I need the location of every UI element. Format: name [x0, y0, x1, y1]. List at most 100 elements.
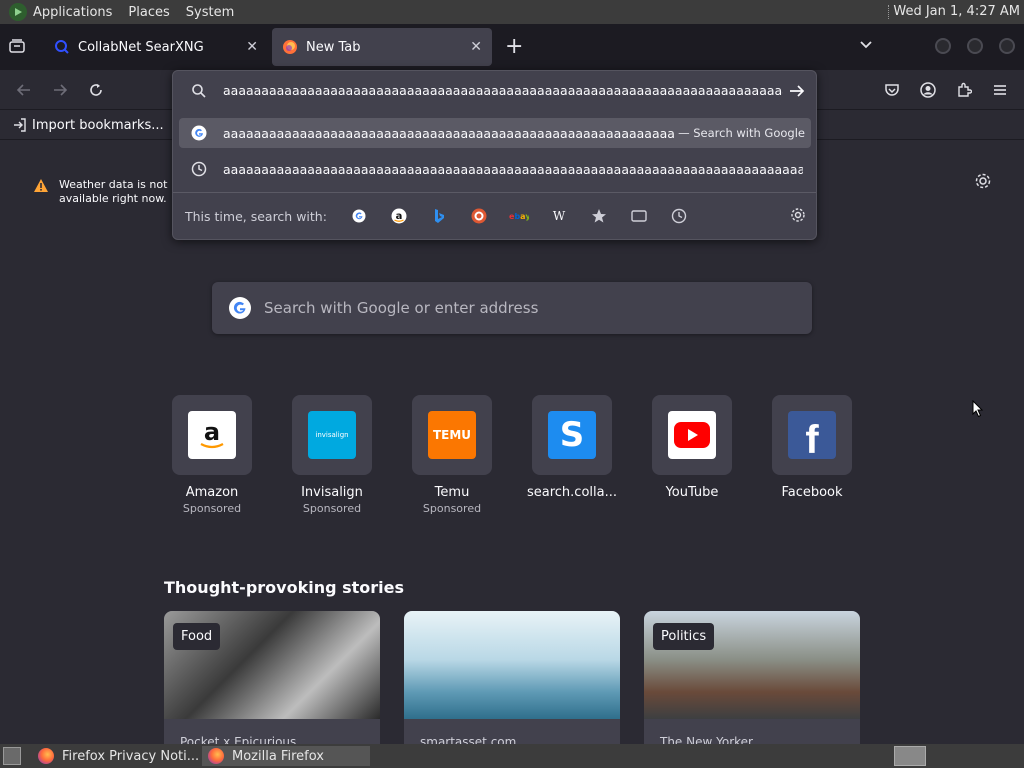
- google-engine-icon[interactable]: [339, 204, 379, 228]
- youtube-icon: [668, 411, 716, 459]
- search-placeholder: Search with Google or enter address: [264, 299, 539, 317]
- taskbar-item-label: Firefox Privacy Noti...: [62, 748, 200, 764]
- tabs-icon[interactable]: [619, 204, 659, 228]
- top-site-name: search.colla...: [526, 485, 617, 500]
- distro-logo-icon[interactable]: [9, 3, 27, 21]
- invisalign-icon: invisalign: [308, 411, 356, 459]
- top-site-name: Facebook: [781, 485, 843, 500]
- sponsored-label: Sponsored: [182, 502, 242, 515]
- top-site-invisalign[interactable]: invisalign Invisalign Sponsored: [282, 395, 382, 515]
- top-site-name: YouTube: [665, 485, 719, 500]
- temu-icon: TEMU: [428, 411, 476, 459]
- urlbar-dropdown: aaaaaaaaaaaaaaaaaaaaaaaaaaaaaaaaaaaaaaaa…: [172, 70, 817, 240]
- amazon-icon: a: [188, 411, 236, 459]
- menu-applications[interactable]: Applications: [33, 5, 112, 20]
- top-site-name: Amazon: [185, 485, 239, 500]
- forward-icon[interactable]: [50, 80, 70, 100]
- svg-text:a: a: [204, 418, 220, 446]
- suggestion-search-google[interactable]: aaaaaaaaaaaaaaaaaaaaaaaaaaaaaaaaaaaaaaaa…: [179, 118, 811, 148]
- story-card-food[interactable]: Food Pocket x Epicurious: [164, 611, 380, 751]
- taskbar-item-label: Mozilla Firefox: [232, 748, 324, 764]
- bookmarks-star-icon[interactable]: [579, 204, 619, 228]
- close-tab-icon[interactable]: ✕: [246, 39, 258, 55]
- search-settings-gear-icon[interactable]: [790, 207, 806, 227]
- story-card-smartasset[interactable]: smartasset.com: [404, 611, 620, 751]
- hamburger-menu-icon[interactable]: [990, 80, 1010, 100]
- svg-text:ebay: ebay: [509, 212, 529, 221]
- system-top-panel: Applications Places System Wed Jan 1, 4:…: [0, 0, 1024, 24]
- google-icon: [191, 125, 207, 141]
- top-site-amazon[interactable]: a Amazon Sponsored: [162, 395, 262, 515]
- urlbar-input-row: aaaaaaaaaaaaaaaaaaaaaaaaaaaaaaaaaaaaaaaa…: [173, 71, 816, 111]
- search-icon: [191, 83, 207, 103]
- menu-places[interactable]: Places: [128, 5, 169, 20]
- story-card-politics[interactable]: Politics The New Yorker: [644, 611, 860, 751]
- show-desktop-icon[interactable]: [3, 747, 21, 765]
- suggestion-text: aaaaaaaaaaaaaaaaaaaaaaaaaaaaaaaaaaaaaaaa…: [223, 161, 803, 177]
- sponsored-label: Sponsored: [302, 502, 362, 515]
- weather-widget: Weather data is not available right now.: [33, 178, 169, 206]
- top-site-youtube[interactable]: YouTube: [642, 395, 742, 502]
- menu-system[interactable]: System: [186, 5, 234, 20]
- history-engine-icon[interactable]: [659, 204, 699, 228]
- taskbar-item-firefox[interactable]: Mozilla Firefox: [202, 746, 370, 766]
- top-site-name: Temu: [434, 485, 470, 500]
- reload-icon[interactable]: [86, 80, 106, 100]
- list-all-tabs-icon[interactable]: [8, 38, 28, 56]
- minimize-window-button[interactable]: [935, 38, 951, 54]
- one-off-search-row: This time, search with: a ebay W: [173, 193, 816, 239]
- account-icon[interactable]: [918, 80, 938, 100]
- chevron-down-icon[interactable]: [858, 36, 874, 56]
- panel-separator: [888, 5, 890, 19]
- suggestion-text: aaaaaaaaaaaaaaaaaaaaaaaaaaaaaaaaaaaaaaaa…: [223, 125, 675, 141]
- google-icon: [229, 297, 251, 319]
- top-site-facebook[interactable]: f Facebook: [762, 395, 862, 502]
- system-taskbar: Firefox Privacy Noti... Mozilla Firefox: [0, 744, 1024, 768]
- top-site-name: Invisalign: [301, 485, 363, 500]
- amazon-engine-icon[interactable]: a: [379, 204, 419, 228]
- firefox-icon: [208, 748, 224, 764]
- go-arrow-icon[interactable]: [788, 82, 806, 104]
- close-window-button[interactable]: [999, 38, 1015, 54]
- ebay-engine-icon[interactable]: ebay: [499, 204, 539, 228]
- suggestion-action: — Search with Google: [678, 126, 805, 140]
- close-tab-icon[interactable]: ✕: [470, 39, 482, 55]
- history-icon: [191, 161, 207, 177]
- sponsored-label: Sponsored: [422, 502, 482, 515]
- firefox-icon: [38, 748, 54, 764]
- search-collab-icon: S: [548, 411, 596, 459]
- story-image: [404, 611, 620, 719]
- wikipedia-engine-icon[interactable]: W: [539, 204, 579, 228]
- import-bookmarks-label: Import bookmarks...: [32, 117, 164, 133]
- mouse-cursor-icon: [972, 399, 984, 422]
- tab-new-tab[interactable]: New Tab ✕: [272, 28, 492, 66]
- clock[interactable]: Wed Jan 1, 4:27 AM: [893, 4, 1020, 19]
- search-input[interactable]: Search with Google or enter address: [212, 282, 812, 334]
- maximize-window-button[interactable]: [967, 38, 983, 54]
- suggestion-history[interactable]: aaaaaaaaaaaaaaaaaaaaaaaaaaaaaaaaaaaaaaaa…: [179, 154, 811, 184]
- urlbar-input[interactable]: aaaaaaaaaaaaaaaaaaaaaaaaaaaaaaaaaaaaaaaa…: [223, 83, 783, 98]
- searxng-favicon-icon: [55, 40, 69, 54]
- stories-heading: Thought-provoking stories: [164, 578, 405, 597]
- personalize-gear-icon[interactable]: [974, 172, 992, 194]
- back-icon[interactable]: [14, 80, 34, 100]
- tab-searxng[interactable]: CollabNet SearXNG ✕: [44, 28, 268, 66]
- extensions-icon[interactable]: [954, 80, 974, 100]
- import-bookmarks-button[interactable]: Import bookmarks...: [12, 117, 164, 133]
- new-tab-button[interactable]: +: [505, 34, 523, 59]
- story-category-tag: Food: [173, 623, 221, 650]
- top-site-search-collab[interactable]: S search.colla...: [522, 395, 622, 502]
- one-off-label: This time, search with:: [185, 208, 327, 224]
- svg-text:W: W: [553, 209, 566, 223]
- pocket-icon[interactable]: [882, 80, 902, 100]
- import-icon: [14, 118, 26, 132]
- bing-engine-icon[interactable]: [419, 204, 459, 228]
- taskbar-item-privacy[interactable]: Firefox Privacy Noti...: [32, 746, 200, 766]
- workspace-switcher[interactable]: [894, 746, 926, 766]
- facebook-icon: f: [788, 411, 836, 462]
- duckduckgo-engine-icon[interactable]: [459, 204, 499, 228]
- tab-label: CollabNet SearXNG: [78, 39, 204, 55]
- tab-strip: CollabNet SearXNG ✕ New Tab ✕ +: [0, 24, 1024, 70]
- top-site-temu[interactable]: TEMU Temu Sponsored: [402, 395, 502, 515]
- story-category-tag: Politics: [653, 623, 715, 650]
